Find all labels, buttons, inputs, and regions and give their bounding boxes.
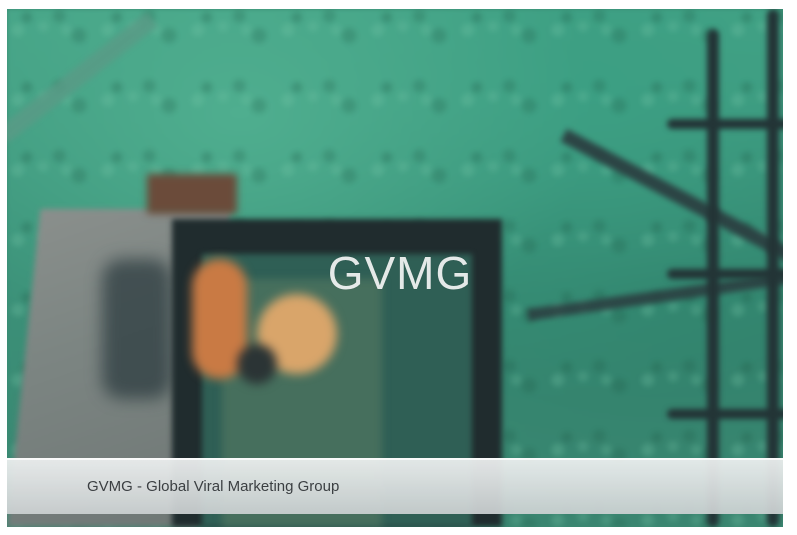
caption-text[interactable]: GVMG - Global Viral Marketing Group <box>87 478 339 495</box>
caption-bar: GVMG - Global Viral Marketing Group <box>7 458 783 514</box>
person-shape <box>237 344 277 384</box>
fence-bar <box>667 119 783 129</box>
center-logo-text: GVMG <box>327 247 473 299</box>
fence-bar <box>667 409 783 419</box>
deck-post <box>147 174 237 214</box>
